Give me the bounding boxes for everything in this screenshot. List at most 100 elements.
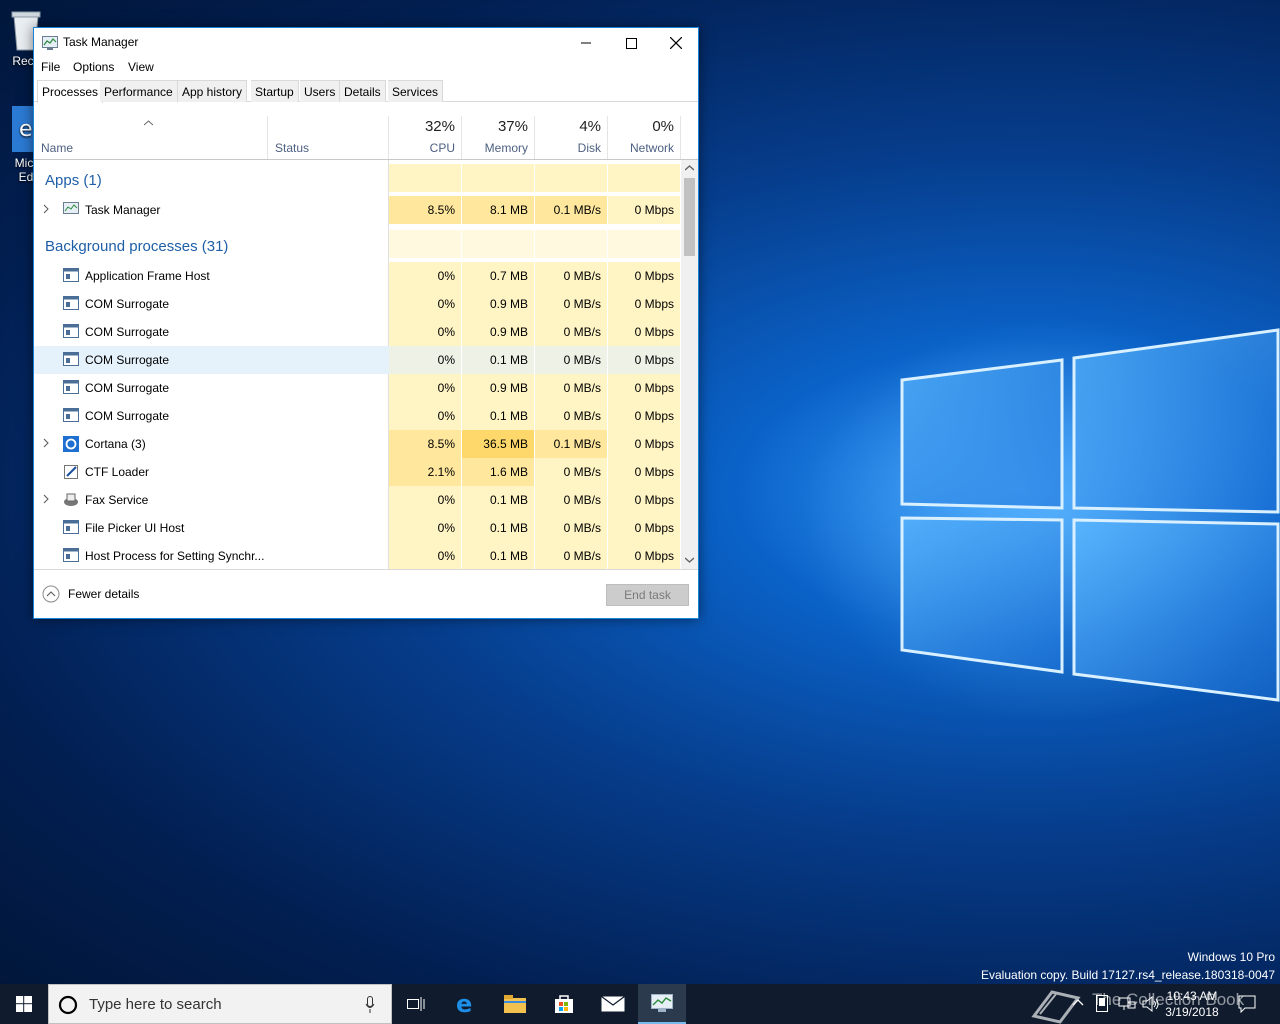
action-center-icon[interactable] [1238, 995, 1256, 1013]
column-memory[interactable]: 37% Memory [462, 116, 535, 160]
table-row[interactable]: Task Manager 8.5% 8.1 MB 0.1 MB/s 0 Mbps [34, 196, 680, 224]
taskbar-edge[interactable]: e [442, 984, 490, 1024]
column-network[interactable]: 0% Network [608, 116, 681, 160]
disk-cell: 0 MB/s [535, 262, 608, 290]
minimize-button[interactable] [563, 28, 609, 58]
tab-strip: Processes Performance App history Startu… [34, 80, 698, 103]
task-view-button[interactable] [392, 984, 440, 1024]
table-row[interactable]: Cortana (3) 8.5% 36.5 MB 0.1 MB/s 0 Mbps [34, 430, 680, 458]
memory-cell: 8.1 MB [462, 196, 535, 224]
tab-app-history[interactable]: App history [178, 80, 248, 102]
table-row[interactable]: COM Surrogate 0% 0.1 MB 0 MB/s 0 Mbps [34, 402, 680, 430]
column-name-label: Name [41, 141, 74, 155]
tray-device-icon[interactable] [1096, 995, 1108, 1013]
vertical-scrollbar[interactable] [681, 160, 698, 569]
cortana-circle-icon [58, 995, 78, 1015]
table-row[interactable]: Fax Service 0% 0.1 MB 0 MB/s 0 Mbps [34, 486, 680, 514]
table-row[interactable]: COM Surrogate 0% 0.9 MB 0 MB/s 0 Mbps [34, 318, 680, 346]
chevron-right-icon[interactable] [43, 494, 49, 504]
menu-options[interactable]: Options [73, 60, 114, 74]
table-row[interactable]: COM Surrogate 0% 0.9 MB 0 MB/s 0 Mbps [34, 374, 680, 402]
scroll-up-icon[interactable] [685, 165, 694, 171]
cpu-cell: 0% [389, 318, 462, 346]
maximize-button[interactable] [608, 28, 654, 58]
tab-processes[interactable]: Processes [37, 80, 104, 103]
taskbar-task-manager[interactable] [638, 984, 686, 1024]
task-manager-icon [42, 36, 58, 50]
file-picker-icon [63, 520, 79, 534]
taskbar-store[interactable] [540, 984, 588, 1024]
memory-cell: 0.9 MB [462, 290, 535, 318]
tray-chevron-up-icon[interactable] [1072, 998, 1084, 1006]
table-row[interactable]: Application Frame Host 0% 0.7 MB 0 MB/s 0 Mb… [34, 262, 680, 290]
cpu-cell: 0% [389, 346, 462, 374]
volume-icon[interactable] [1142, 996, 1160, 1012]
search-placeholder: Type here to search [89, 996, 222, 1013]
table-row[interactable]: Host Process for Setting Synchr... 0% 0.1 … [34, 542, 680, 569]
taskbar-search-box[interactable]: Type here to search [48, 984, 392, 1024]
cpu-cell: 0% [389, 486, 462, 514]
title-bar[interactable]: Task Manager [34, 28, 698, 58]
tab-startup[interactable]: Startup [251, 80, 299, 102]
column-name[interactable]: Name [34, 116, 268, 160]
process-name: COM Surrogate [85, 325, 170, 339]
taskbar: Type here to search e The Collection Boo… [0, 984, 1280, 1024]
menu-file[interactable]: File [41, 60, 60, 74]
process-name: Task Manager [85, 203, 161, 217]
table-row[interactable]: CTF Loader 2.1% 1.6 MB 0 MB/s 0 Mbps [34, 458, 680, 486]
chevron-right-icon[interactable] [43, 204, 49, 214]
table-row[interactable]: COM Surrogate 0% 0.1 MB 0 MB/s 0 Mbps [34, 346, 680, 374]
network-cell: 0 Mbps [608, 290, 680, 318]
cortana-icon [63, 436, 79, 452]
process-name: Fax Service [85, 493, 149, 507]
process-name: File Picker UI Host [85, 521, 185, 535]
chevron-right-icon[interactable] [43, 438, 49, 448]
taskbar-file-explorer[interactable] [491, 984, 539, 1024]
minimize-icon [581, 42, 591, 44]
network-cell: 0 Mbps [608, 262, 680, 290]
table-row[interactable]: COM Surrogate 0% 0.9 MB 0 MB/s 0 Mbps [34, 290, 680, 318]
memory-cell: 1.6 MB [462, 458, 535, 486]
svg-text:e: e [456, 993, 472, 1015]
collapse-circle-icon[interactable] [42, 585, 60, 603]
group-background-header[interactable]: Background processes (31) [34, 230, 680, 258]
disk-cell: 0 MB/s [535, 318, 608, 346]
cpu-cell: 0% [389, 542, 462, 569]
end-task-button[interactable]: End task [606, 584, 689, 606]
disk-cell: 0 MB/s [535, 346, 608, 374]
column-cpu-label: CPU [429, 141, 455, 155]
tab-details[interactable]: Details [340, 80, 386, 102]
close-button[interactable] [653, 28, 699, 58]
network-icon[interactable] [1118, 996, 1136, 1012]
network-cell: 0 Mbps [608, 486, 680, 514]
tab-services[interactable]: Services [388, 80, 444, 102]
windows-logo-wallpaper [900, 328, 1280, 702]
tray-clock[interactable]: 10:43 AM 3/19/2018 [1162, 988, 1222, 1020]
disk-cell: 0.1 MB/s [535, 430, 608, 458]
com-surrogate-icon [63, 296, 79, 310]
column-cpu[interactable]: 32% CPU [389, 116, 462, 160]
clock-date: 3/19/2018 [1165, 1005, 1219, 1019]
tab-performance[interactable]: Performance [100, 80, 178, 102]
scrollbar-thumb[interactable] [684, 178, 695, 256]
scroll-down-icon[interactable] [685, 557, 694, 563]
menu-view[interactable]: View [128, 60, 154, 74]
ctf-loader-icon [64, 465, 78, 479]
table-row[interactable]: File Picker UI Host 0% 0.1 MB 0 MB/s 0 Mbps [34, 514, 680, 542]
process-name: COM Surrogate [85, 409, 170, 423]
start-button[interactable] [0, 984, 48, 1024]
column-network-label: Network [629, 141, 674, 155]
taskbar-mail[interactable] [589, 984, 637, 1024]
host-process-icon [63, 548, 79, 562]
column-status[interactable]: Status [268, 116, 389, 160]
process-name: COM Surrogate [85, 353, 170, 367]
disk-cell: 0 MB/s [535, 458, 608, 486]
microphone-icon[interactable] [365, 996, 375, 1014]
fewer-details-link[interactable]: Fewer details [68, 587, 139, 601]
tab-users[interactable]: Users [300, 80, 341, 102]
column-disk[interactable]: 4% Disk [535, 116, 608, 160]
group-apps-header[interactable]: Apps (1) [34, 164, 680, 192]
com-surrogate-icon [63, 408, 79, 422]
windows-start-icon [16, 996, 32, 1012]
memory-cell: 0.1 MB [462, 514, 535, 542]
